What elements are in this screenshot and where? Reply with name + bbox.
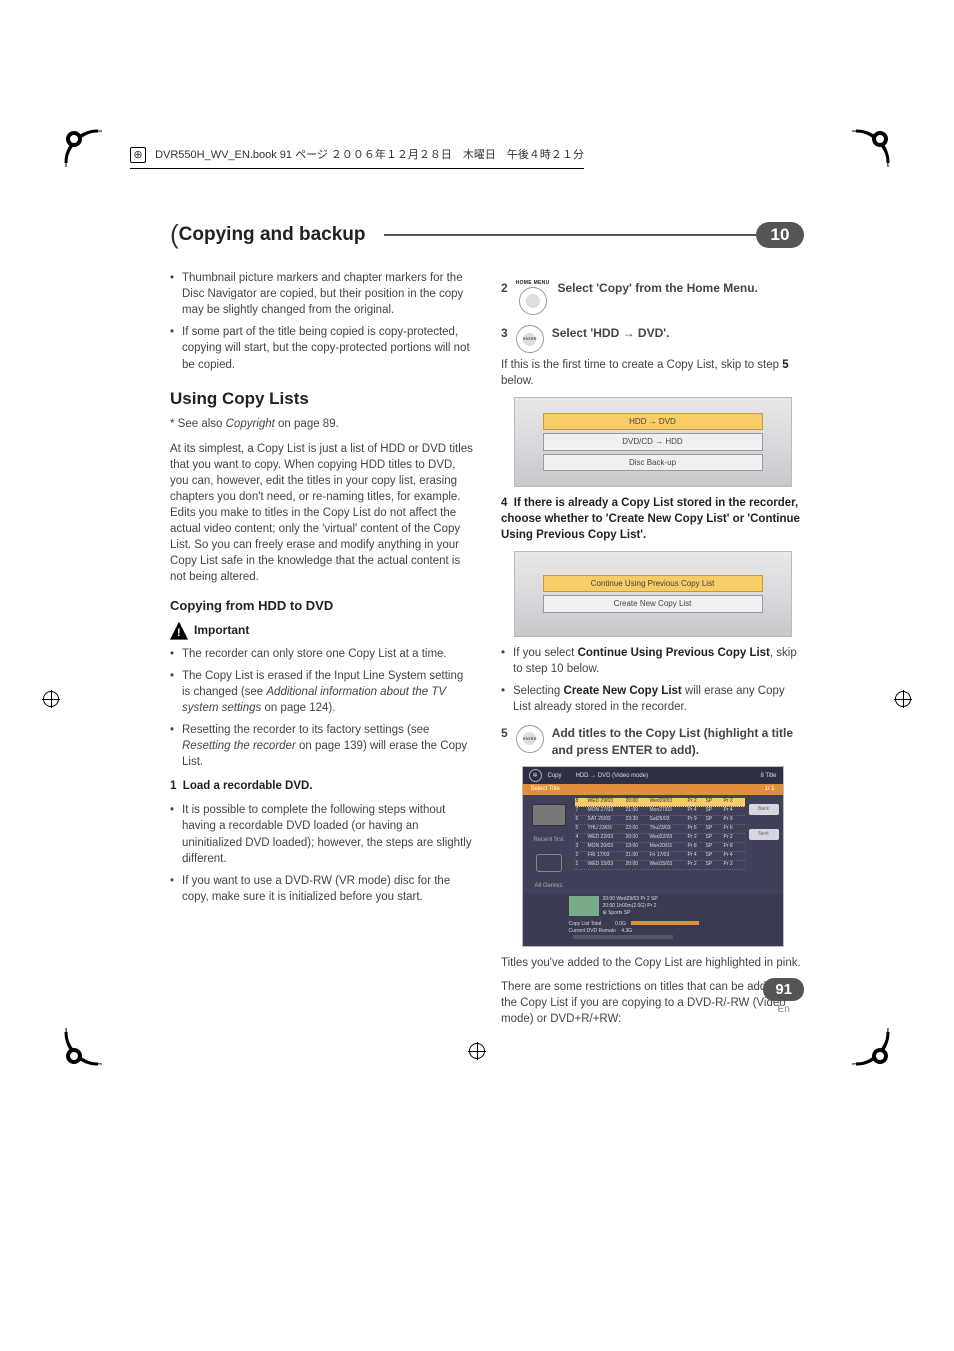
- osd-copy-direction: HDD → DVD DVD/CD → HDD Disc Back-up: [514, 397, 792, 487]
- warning-icon: [170, 622, 188, 640]
- step-3-note: If this is the first time to create a Co…: [501, 357, 804, 389]
- chapter-rule: [384, 234, 757, 236]
- title-row: 6SAT 25/0323:30Sat25/03Pr 9SPPr 9: [575, 816, 745, 825]
- page-number-box: 91 En: [763, 978, 804, 1015]
- page-number: 91: [763, 978, 804, 1001]
- step-5: 5 ENTER Add titles to the Copy List (hig…: [501, 725, 804, 759]
- footer-copy-list-total-label: Copy List Total: [569, 921, 602, 927]
- left-column: Thumbnail picture markers and chapter ma…: [170, 270, 473, 1035]
- crop-mark-bottom: [468, 1042, 486, 1060]
- bullet-no-dvd-loaded: It is possible to complete the following…: [170, 802, 473, 866]
- chapter-header: ( Copying and backup 10: [170, 219, 804, 250]
- osd-option-hdd-to-dvd: HDD → DVD: [543, 413, 763, 430]
- registration-mark-bl: [60, 1022, 108, 1075]
- left-all-genres: All Genres: [534, 882, 562, 890]
- step-2-text: Select 'Copy' from the Home Menu.: [558, 280, 805, 297]
- heading-copying-hdd-to-dvd: Copying from HDD to DVD: [170, 597, 473, 615]
- enter-nav-icon-2: ENTER: [516, 725, 544, 753]
- gear-icon: ✲: [529, 769, 542, 782]
- osd-option-create-new: Create New Copy List: [543, 595, 763, 612]
- chapter-title: Copying and backup: [179, 224, 384, 246]
- step-5-number: 5: [501, 725, 508, 742]
- title-row: 5THU 23/0322:00Thu23/03Pr 6SPPr 6: [575, 825, 745, 834]
- step-2: 2 HOME MENU Select 'Copy' from the Home …: [501, 280, 804, 315]
- title-row: 4WED 22/0320:00Wed22/03Pr 2SPPr 2: [575, 834, 745, 843]
- left-recent-first: Recent first: [533, 836, 563, 844]
- bullet-thumbnail-markers: Thumbnail picture markers and chapter ma…: [170, 270, 473, 318]
- registration-mark-tr: [846, 125, 894, 178]
- bracket-left-icon: (: [170, 219, 179, 250]
- copy-ui-pager: 1/ 1: [764, 785, 774, 793]
- book-meta-header: ⊕ DVR550H_WV_EN.book 91 ページ ２００６年１２月２８日 …: [130, 146, 584, 169]
- enter-nav-icon: ENTER: [516, 325, 544, 353]
- copy-ui-tab: Select Title: [531, 786, 560, 792]
- bullet-copy-protected: If some part of the title being copied i…: [170, 324, 473, 372]
- book-meta-text: DVR550H_WV_EN.book 91 ページ ２００６年１２月２８日 木曜…: [155, 149, 584, 161]
- detail-line-1: 20:00 Wed29/03 Pr 2 SP: [603, 896, 658, 903]
- step-3-number: 3: [501, 325, 508, 342]
- detail-thumbnail: [569, 896, 599, 916]
- footer-bar-1: [631, 921, 698, 925]
- step-5-text: Add titles to the Copy List (highlight a…: [552, 725, 804, 759]
- copy-ui-title-list: 8WED 29/0320:00Wed29/03Pr 2SPPr 27MON 27…: [575, 798, 745, 891]
- step-2-number: 2: [501, 280, 508, 297]
- home-menu-button-icon: HOME MENU: [516, 280, 550, 315]
- bullet-continue-previous: If you select Continue Using Previous Co…: [501, 645, 804, 677]
- heading-using-copy-lists: Using Copy Lists: [170, 387, 473, 411]
- step-1: 1 Load a recordable DVD.: [170, 778, 473, 794]
- chapter-number-badge: 10: [756, 222, 804, 248]
- step-3-text: Select 'HDD → DVD'.: [552, 325, 804, 342]
- registration-mark-tl: [60, 125, 108, 178]
- copy-ui-title-count: 8 Title: [760, 772, 776, 780]
- detail-line-3: ⊞ Sports SP: [603, 910, 658, 917]
- after-ui-note-2: There are some restrictions on titles th…: [501, 979, 804, 1027]
- bullet-input-line-erase: The Copy List is erased if the Input Lin…: [170, 668, 473, 716]
- bullet-reset-erase: Resetting the recorder to its factory se…: [170, 722, 473, 770]
- right-column: 2 HOME MENU Select 'Copy' from the Home …: [501, 270, 804, 1035]
- after-ui-note-1: Titles you've added to the Copy List are…: [501, 955, 804, 971]
- osd-option-disc-backup: Disc Back-up: [543, 454, 763, 471]
- copy-ui-mode: HDD → DVD (Video mode): [576, 772, 649, 780]
- footer-bar-2: [573, 935, 674, 939]
- title-row: 8WED 29/0320:00Wed29/03Pr 2SPPr 2: [575, 798, 745, 807]
- osd-option-dvd-to-hdd: DVD/CD → HDD: [543, 433, 763, 450]
- page-lang: En: [763, 1004, 804, 1015]
- registration-mark-br: [846, 1022, 894, 1075]
- title-row: 1WED 15/0320:00Wed15/03Pr 2SPPr 2: [575, 861, 745, 870]
- title-row: 7MON 27/0321:00Mon27/03Pr 4SPPr 4: [575, 807, 745, 816]
- step-4: 4 If there is already a Copy List stored…: [501, 495, 804, 543]
- copy-list-screenshot: ✲ Copy HDD → DVD (Video mode) 8 Title Se…: [522, 766, 784, 946]
- bullet-vr-mode-init: If you want to use a DVD-RW (VR mode) di…: [170, 873, 473, 905]
- footer-copy-list-total-value: 0.0G: [615, 921, 626, 927]
- crop-mark-right: [894, 690, 912, 708]
- step-3: 3 ENTER Select 'HDD → DVD'.: [501, 325, 804, 353]
- crop-mark-left: [42, 690, 60, 708]
- footer-dvd-remain-value: 4.3G: [621, 928, 632, 934]
- bullet-create-new: Selecting Create New Copy List will eras…: [501, 683, 804, 715]
- important-label: Important: [194, 622, 249, 639]
- see-also-copyright: * See also Copyright on page 89.: [170, 416, 473, 432]
- copy-ui-back-button: Back: [749, 804, 779, 815]
- important-callout: Important: [170, 622, 473, 640]
- copy-list-explanation: At its simplest, a Copy List is just a l…: [170, 441, 473, 586]
- osd-option-continue-previous: Continue Using Previous Copy List: [543, 575, 763, 592]
- title-row: 3MON 20/0313:00Mon20/03Pr 8SPPr 8: [575, 843, 745, 852]
- hdd-icon: [532, 804, 566, 826]
- osd-copy-list-choice: Continue Using Previous Copy List Create…: [514, 551, 792, 636]
- oplus-icon: ⊕: [130, 147, 146, 163]
- copy-ui-title: Copy: [548, 772, 562, 780]
- footer-dvd-remain-label: Current DVD Remain: [569, 928, 616, 934]
- bullet-one-copy-list: The recorder can only store one Copy Lis…: [170, 646, 473, 662]
- detail-line-2: 20:00 1h00m(2.0G) Pr 2: [603, 903, 658, 910]
- genre-icon: [536, 854, 562, 872]
- title-row: 2FRI 17/0321:00Fri 17/03Pr 4SPPr 4: [575, 852, 745, 861]
- copy-ui-next-button: Next: [749, 829, 779, 840]
